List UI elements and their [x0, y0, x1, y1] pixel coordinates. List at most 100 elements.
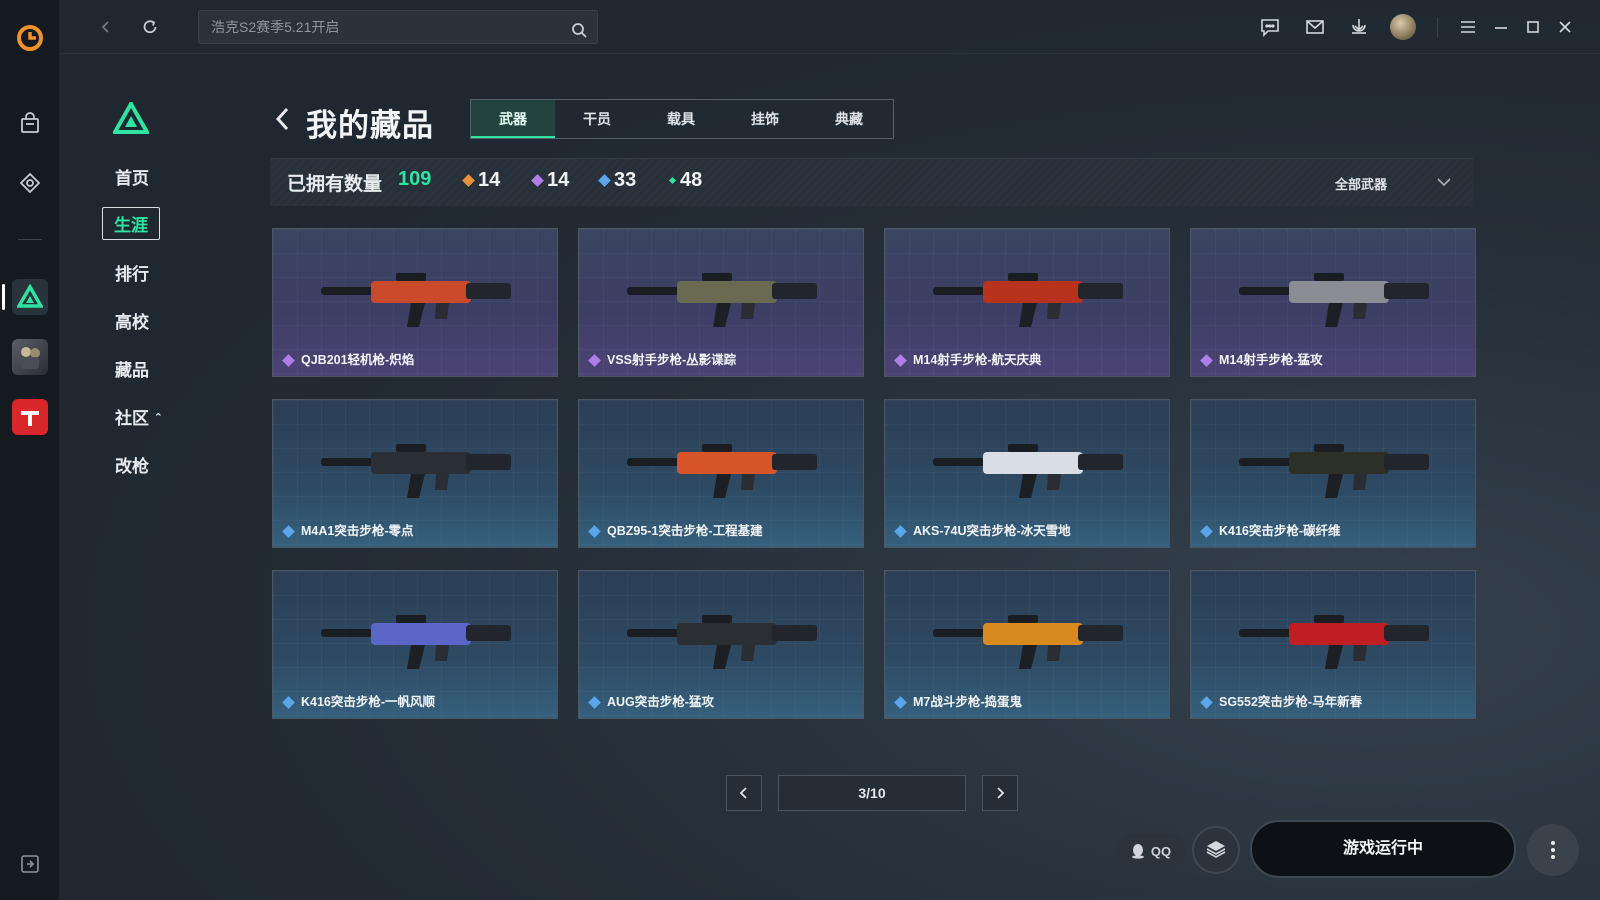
tab-weapons[interactable]: 武器 — [471, 100, 555, 138]
weapon-image — [1239, 273, 1429, 327]
weapon-name: M14射手步枪-航天庆典 — [913, 353, 1042, 367]
page-indicator: 3/10 — [778, 775, 966, 811]
chat-icon[interactable] — [1257, 14, 1283, 40]
rail-active-indicator — [2, 284, 5, 310]
weapon-name: AKS-74U突击步枪-冰天雪地 — [913, 524, 1071, 538]
prev-page-button[interactable] — [726, 775, 762, 811]
tier-count: 33 — [614, 169, 637, 191]
purple-diamond-icon — [531, 174, 544, 187]
accelerator-cube-button[interactable] — [1192, 826, 1240, 874]
nav-career[interactable]: 生涯 — [102, 207, 160, 240]
owned-label: 已拥有数量 — [287, 174, 383, 195]
weapon-card[interactable]: QBZ95-1突击步枪-工程基建 — [578, 399, 864, 548]
weapon-name: M4A1突击步枪-零点 — [301, 524, 414, 538]
weapon-name: M14射手步枪-猛攻 — [1219, 353, 1323, 367]
weapon-card[interactable]: AUG突击步枪-猛攻 — [578, 570, 864, 719]
category-tabs: 武器 干员 载具 挂饰 典藏 — [470, 99, 894, 139]
weapon-card[interactable]: VSS射手步枪-丛影谍踪 — [578, 228, 864, 377]
weapon-image — [1239, 444, 1429, 498]
refresh-icon[interactable] — [137, 14, 163, 40]
weapon-card[interactable]: AKS-74U突击步枪-冰天雪地 — [884, 399, 1170, 548]
t-game-icon[interactable] — [12, 399, 48, 435]
weapon-image — [321, 444, 511, 498]
more-options-icon[interactable] — [1527, 824, 1579, 876]
menu-icon[interactable] — [1455, 14, 1481, 40]
next-page-button[interactable] — [982, 775, 1018, 811]
tab-collection[interactable]: 典藏 — [807, 100, 891, 138]
weapon-name: AUG突击步枪-猛攻 — [607, 695, 714, 709]
nav-ranking[interactable]: 排行 — [115, 260, 149, 285]
game-running-button[interactable]: 游戏运行中 — [1250, 820, 1516, 878]
tab-operators[interactable]: 干员 — [555, 100, 639, 138]
weapon-image — [933, 273, 1123, 327]
weapon-card[interactable]: M4A1突击步枪-零点 — [272, 399, 558, 548]
chevron-down-icon[interactable] — [1435, 173, 1453, 196]
tier-stat-green: 48 — [668, 169, 703, 192]
weapon-card[interactable]: SG552突击步枪-马年新春 — [1190, 570, 1476, 719]
mail-icon[interactable] — [1302, 14, 1328, 40]
download-icon[interactable] — [1346, 14, 1372, 40]
weapon-grid: QJB201轻机枪-炽焰 VSS射手步枪-丛影谍踪 M14射手步枪-航天庆典 M14射… — [270, 228, 1476, 719]
tier-count: 48 — [680, 169, 703, 191]
search-input[interactable]: 浩克S2赛季5.21开启 — [198, 10, 598, 44]
blue-diamond-icon — [598, 174, 611, 187]
nav-home[interactable]: 首页 — [115, 164, 149, 189]
green-dot-icon — [668, 176, 677, 185]
tab-vehicles[interactable]: 载具 — [639, 100, 723, 138]
chevron-up-icon: ⌃ — [153, 412, 163, 424]
weapon-card[interactable]: M14射手步枪-航天庆典 — [884, 228, 1170, 377]
nav-community-label: 社区 — [115, 409, 149, 428]
weapon-image — [627, 273, 817, 327]
weapon-image — [321, 615, 511, 669]
back-arrow-icon[interactable] — [272, 104, 294, 139]
tier-count: 14 — [478, 169, 501, 191]
tier-stat-purple: 14 — [531, 169, 570, 192]
delta-force-game-icon[interactable] — [12, 279, 48, 315]
nav-collection[interactable]: 藏品 — [115, 356, 149, 381]
qq-penguin-icon — [1131, 844, 1144, 859]
maximize-icon[interactable] — [1520, 14, 1546, 40]
stats-bar: 已拥有数量 109 14 14 33 48 全部武器 — [270, 158, 1473, 206]
tab-charms[interactable]: 挂饰 — [723, 100, 807, 138]
rail-divider — [18, 239, 42, 240]
nav-university[interactable]: 高校 — [115, 308, 149, 333]
tier-stat-orange: 14 — [462, 169, 501, 192]
game-tag-icon[interactable] — [12, 165, 48, 201]
weapon-name: VSS射手步枪-丛影谍踪 — [607, 353, 737, 367]
weapon-card[interactable]: QJB201轻机枪-炽焰 — [272, 228, 558, 377]
weapon-card[interactable]: K416突击步枪-碳纤维 — [1190, 399, 1476, 548]
weapon-name: K416突击步枪-碳纤维 — [1219, 524, 1341, 538]
weapon-image — [933, 615, 1123, 669]
weapon-image — [1239, 615, 1429, 669]
weapon-image — [627, 444, 817, 498]
weapon-card[interactable]: M7战斗步枪-捣蛋鬼 — [884, 570, 1170, 719]
qq-login-button[interactable]: QQ — [1116, 834, 1186, 868]
app-logo-icon[interactable] — [12, 20, 48, 56]
weapon-image — [627, 615, 817, 669]
orange-diamond-icon — [462, 174, 475, 187]
owned-count: 109 — [398, 168, 432, 190]
nav-gunsmith[interactable]: 改枪 — [115, 452, 149, 477]
topbar-divider — [1437, 17, 1438, 37]
weapon-name: SG552突击步枪-马年新春 — [1219, 695, 1363, 709]
weapon-image — [321, 273, 511, 327]
store-bag-icon[interactable] — [12, 105, 48, 141]
user-avatar[interactable] — [1390, 14, 1416, 40]
pubg-game-icon[interactable] — [12, 339, 48, 375]
tier-count: 14 — [547, 169, 570, 191]
collapse-sidebar-icon[interactable] — [20, 854, 40, 879]
game-logo-icon — [111, 99, 151, 139]
nav-community[interactable]: 社区 ⌃ — [115, 404, 163, 429]
search-placeholder: 浩克S2赛季5.21开启 — [211, 19, 340, 35]
weapon-card[interactable]: K416突击步枪-一帆风顺 — [272, 570, 558, 719]
app-rail — [0, 0, 60, 900]
back-nav-icon[interactable] — [93, 14, 119, 40]
cube-icon — [1206, 841, 1226, 858]
minimize-icon[interactable] — [1488, 14, 1514, 40]
search-icon[interactable] — [570, 18, 588, 50]
close-icon[interactable] — [1552, 14, 1578, 40]
weapon-filter-dropdown[interactable]: 全部武器 — [1335, 174, 1387, 193]
tier-stat-blue: 33 — [598, 169, 637, 192]
weapon-card[interactable]: M14射手步枪-猛攻 — [1190, 228, 1476, 377]
weapon-name: K416突击步枪-一帆风顺 — [301, 695, 436, 709]
